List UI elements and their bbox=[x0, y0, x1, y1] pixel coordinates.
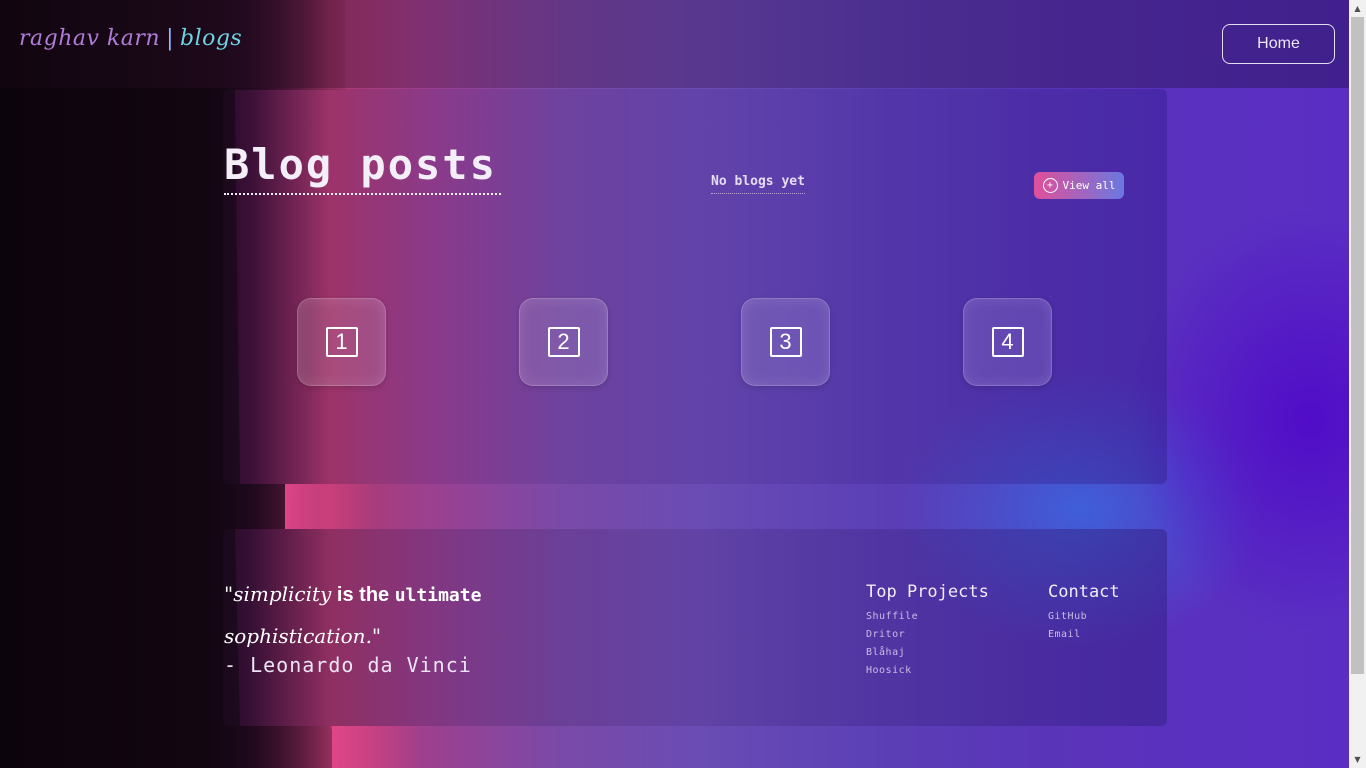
quote-author: - Leonardo da Vinci bbox=[224, 653, 472, 677]
home-button[interactable]: Home bbox=[1222, 24, 1335, 64]
project-link-shuffile[interactable]: Shuffile bbox=[866, 608, 918, 626]
contact-link-github[interactable]: GitHub bbox=[1048, 608, 1087, 626]
quote-open: "simplicity bbox=[224, 582, 332, 606]
quote-text: "simplicity is the ultimate sophisticatio… bbox=[224, 574, 544, 656]
page-number: 3 bbox=[769, 327, 802, 357]
project-link-dritor[interactable]: Dritor bbox=[866, 626, 918, 644]
page-number: 4 bbox=[991, 327, 1024, 357]
contact-heading: Contact bbox=[1048, 582, 1120, 602]
background-accent bbox=[332, 726, 422, 768]
quote-end: sophistication." bbox=[224, 624, 382, 648]
plus-circle-icon: + bbox=[1042, 178, 1058, 193]
page-title: Blog posts bbox=[224, 140, 501, 195]
view-all-label: View all bbox=[1062, 179, 1116, 192]
site-logo[interactable]: raghav karn | blogs bbox=[19, 26, 242, 51]
scroll-up-icon[interactable]: ▲ bbox=[1349, 0, 1366, 17]
projects-list: Shuffile Dritor Blåhaj Hoosick bbox=[866, 608, 918, 680]
view-all-button[interactable]: + View all bbox=[1034, 172, 1124, 199]
empty-message: No blogs yet bbox=[711, 174, 805, 194]
page-button-3[interactable]: 3 bbox=[741, 298, 830, 386]
projects-heading: Top Projects bbox=[866, 582, 989, 602]
page-number: 2 bbox=[547, 327, 580, 357]
page-number: 1 bbox=[325, 327, 358, 357]
scroll-down-icon[interactable]: ▼ bbox=[1349, 751, 1366, 768]
page-button-2[interactable]: 2 bbox=[519, 298, 608, 386]
contact-list: GitHub Email bbox=[1048, 608, 1087, 644]
logo-separator: | bbox=[166, 26, 174, 51]
contact-link-email[interactable]: Email bbox=[1048, 626, 1087, 644]
scrollbar-thumb[interactable] bbox=[1351, 17, 1364, 674]
page-button-1[interactable]: 1 bbox=[297, 298, 386, 386]
project-link-blahaj[interactable]: Blåhaj bbox=[866, 644, 918, 662]
background-accent bbox=[285, 484, 375, 529]
page-button-4[interactable]: 4 bbox=[963, 298, 1052, 386]
site-header: raghav karn | blogs Home bbox=[0, 0, 1349, 88]
quote-mid: is the bbox=[331, 584, 395, 606]
logo-name: raghav karn bbox=[19, 26, 161, 51]
quote-strong: ultimate bbox=[394, 585, 482, 606]
project-link-hoosick[interactable]: Hoosick bbox=[866, 662, 918, 680]
logo-section: blogs bbox=[179, 26, 243, 51]
